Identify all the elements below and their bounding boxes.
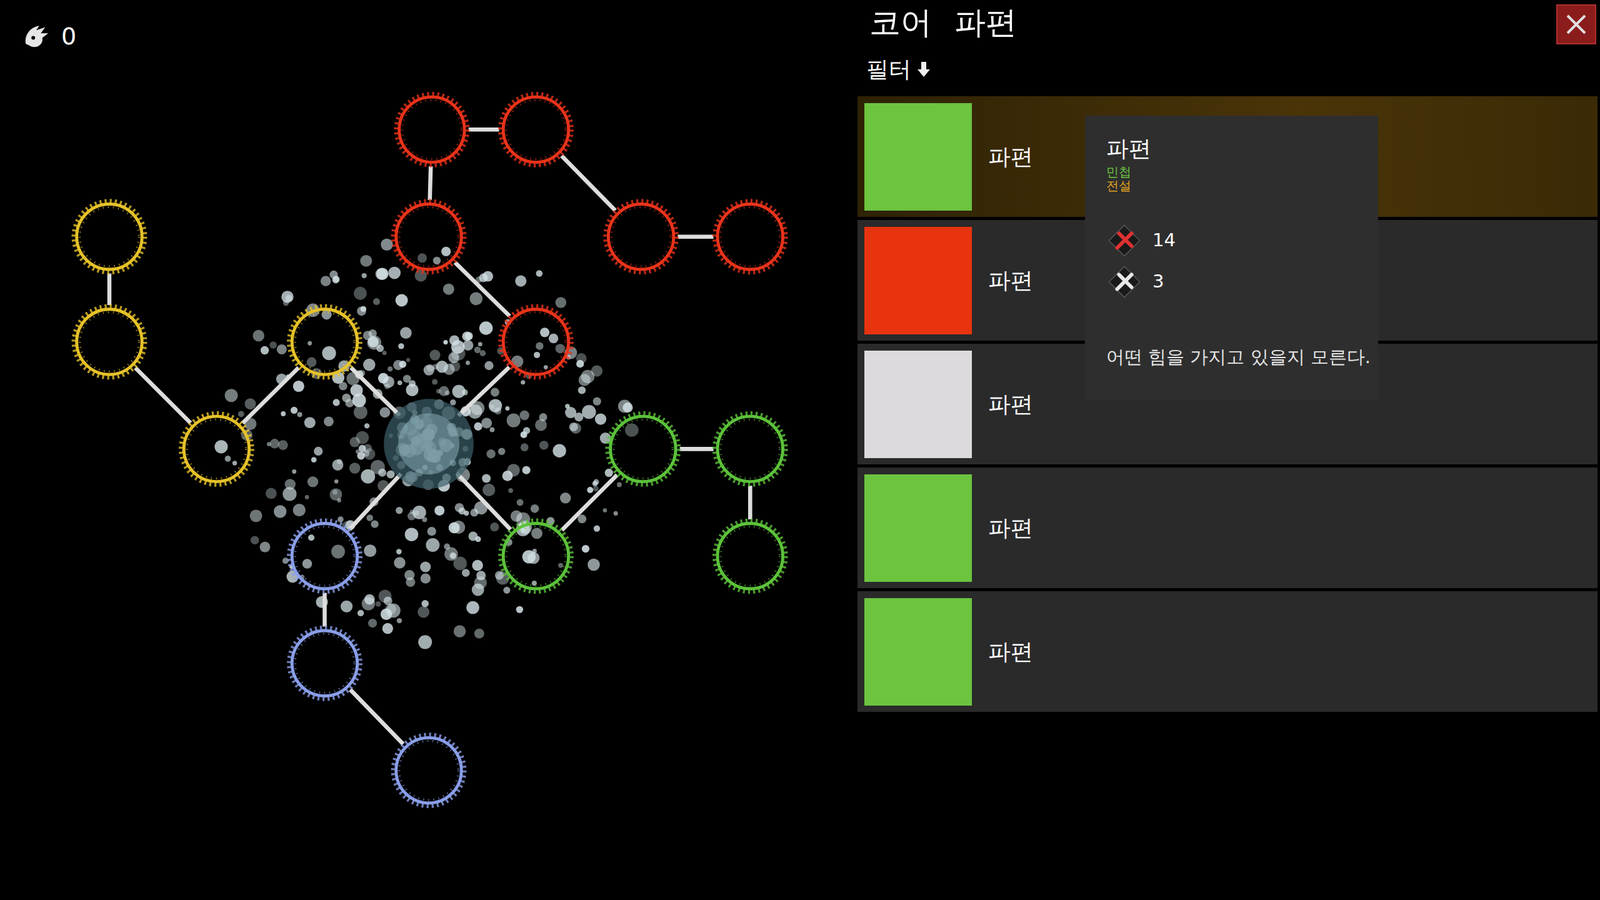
tree-edge: [561, 155, 616, 211]
fragment-row[interactable]: 파편: [857, 591, 1598, 712]
tree-node[interactable]: [500, 520, 572, 592]
tree-node[interactable]: [605, 201, 677, 273]
tree-edge: [748, 485, 753, 520]
tree-node[interactable]: [288, 520, 360, 592]
core-node[interactable]: [383, 398, 474, 489]
fragment-row[interactable]: 파편: [857, 467, 1598, 589]
tree-edge: [455, 262, 510, 317]
tree-edge: [322, 593, 327, 627]
tree-node[interactable]: [607, 413, 679, 485]
fragment-swatch: [864, 474, 972, 582]
tree-node[interactable]: [500, 306, 572, 378]
tree-node[interactable]: [180, 413, 252, 485]
tree-node[interactable]: [500, 93, 572, 165]
tree-node[interactable]: [73, 306, 145, 378]
fragment-label: 파편: [988, 387, 1034, 422]
fragment-tooltip: 파편민첩전설 14 3 어떤 힘을 가지고 있을지 모른다.: [1085, 115, 1379, 400]
soul-icon: [21, 21, 52, 52]
tree-edge: [458, 366, 510, 416]
tree-edge: [677, 235, 714, 240]
tree-edge: [468, 127, 500, 132]
tree-node[interactable]: [288, 627, 360, 699]
currency-value: 0: [61, 24, 77, 49]
tooltip-title: 파편: [1106, 134, 1357, 163]
fragment-label: 파편: [988, 635, 1034, 669]
tooltip-tag: 민첩: [1106, 165, 1357, 179]
close-icon: [1563, 11, 1589, 37]
fragment-label: 파편: [988, 140, 1034, 174]
tree-edge: [350, 367, 400, 415]
fragment-label: 파편: [988, 263, 1034, 298]
tree-edge: [350, 689, 404, 744]
tree-edge: [561, 475, 617, 530]
tree-node[interactable]: [393, 201, 465, 273]
tree-node[interactable]: [714, 520, 786, 592]
tree-edge: [107, 273, 112, 306]
tree-edge: [242, 367, 299, 424]
tooltip-stat: 14: [1106, 222, 1357, 259]
filter-button[interactable]: 필터: [857, 50, 1600, 89]
tree-edge: [430, 166, 432, 200]
fragment-swatch: [864, 598, 972, 706]
tree-node[interactable]: [288, 306, 360, 378]
currency-counter: 0: [21, 21, 77, 52]
down-arrow-icon: [916, 60, 932, 79]
panel-tab[interactable]: 파편: [954, 2, 1017, 44]
stat-icon: [1106, 222, 1143, 259]
skill-tree: [0, 0, 858, 900]
tooltip-tag: 전설: [1106, 178, 1357, 193]
tree-node[interactable]: [714, 413, 786, 485]
particle-cloud: [214, 238, 639, 650]
tree-node[interactable]: [714, 201, 786, 273]
tree-edge: [135, 367, 191, 423]
fragment-swatch: [864, 103, 972, 211]
fragment-panel: 코어파편필터파편파편파편파편파편파편민첩전설143어떤 힘을 가지고 있을지 모…: [857, 0, 1600, 900]
tree-node[interactable]: [393, 735, 465, 807]
panel-tab[interactable]: 코어: [869, 2, 932, 44]
tree-canvas: 0: [0, 0, 858, 900]
tree-edge: [456, 473, 511, 530]
tree-edge: [680, 446, 714, 452]
tree-node[interactable]: [396, 93, 468, 165]
tooltip-description: 어떤 힘을 가지고 있을지 모른다.: [1106, 343, 1357, 372]
tree-node[interactable]: [73, 201, 145, 273]
fragment-swatch: [864, 350, 972, 459]
stat-icon: [1106, 263, 1143, 300]
tree-edge: [349, 473, 401, 530]
fragment-swatch: [864, 226, 972, 335]
close-button[interactable]: [1556, 4, 1597, 45]
tooltip-stat: 3: [1106, 263, 1357, 300]
fragment-label: 파편: [988, 511, 1034, 545]
